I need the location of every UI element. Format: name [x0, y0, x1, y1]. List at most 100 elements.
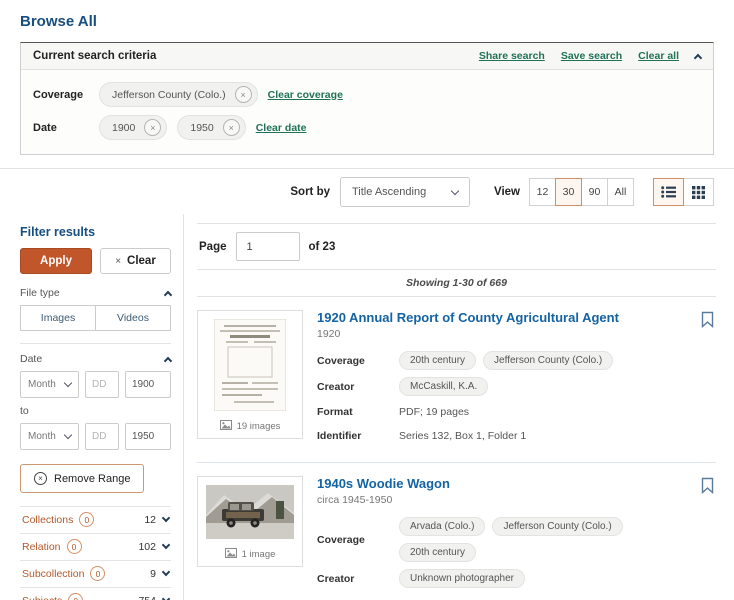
view-count-buttons: 12 30 90 All: [529, 178, 634, 206]
clear-criterion-link[interactable]: Clear date: [256, 122, 307, 134]
field-pills: McCaskill, K.A.: [399, 377, 489, 396]
expand-facet-icon[interactable]: [161, 594, 171, 600]
clear-criterion-link[interactable]: Clear coverage: [268, 89, 343, 101]
to-day-input[interactable]: [85, 423, 119, 450]
to-year-input[interactable]: [125, 423, 171, 450]
view-option-30[interactable]: 30: [555, 178, 582, 206]
field-label: Coverage: [317, 354, 365, 367]
facet-collections[interactable]: Collections 0 12: [20, 507, 171, 534]
remove-pill-icon[interactable]: ×: [234, 86, 252, 103]
from-year-input[interactable]: [125, 371, 171, 398]
bookmark-button[interactable]: [701, 477, 714, 495]
criteria-row: Date 1900 × 1950 × Clear date: [33, 111, 701, 144]
result-field-row: Creator McCaskill, K.A.: [317, 377, 688, 396]
remove-pill-icon[interactable]: ×: [144, 119, 162, 136]
view-option-all[interactable]: All: [607, 178, 634, 206]
apply-filters-button[interactable]: Apply: [20, 248, 92, 274]
remove-pill-icon[interactable]: ×: [222, 119, 240, 136]
sidebar-divider: [20, 343, 171, 344]
file-type-videos-button[interactable]: Videos: [95, 305, 171, 331]
facet-count: 102: [138, 540, 156, 553]
facet-selected-badge: 0: [68, 593, 84, 600]
facet-count-group: 12: [144, 513, 171, 526]
field-pills: Unknown photographer: [399, 569, 525, 588]
facet-selected-badge: 0: [79, 512, 95, 527]
results-toolbar: Sort by Title Ascending View 12 30 90 All: [0, 169, 734, 214]
facet-count-group: 102: [138, 540, 171, 553]
facet-count: 12: [144, 513, 156, 526]
file-type-buttons: Images Videos: [20, 305, 171, 331]
expand-facet-icon[interactable]: [161, 567, 171, 577]
to-month-select[interactable]: Month: [20, 423, 79, 450]
result-thumbnail[interactable]: 1 image: [197, 476, 303, 567]
field-pills: 20th century Jefferson County (Colo.): [399, 351, 614, 370]
collapse-date-icon[interactable]: [163, 356, 173, 365]
metadata-pill[interactable]: 20th century: [399, 351, 477, 370]
bookmark-button[interactable]: [701, 311, 714, 329]
page-title: Browse All: [20, 13, 97, 30]
filter-sidebar: Filter results Apply × Clear File type I…: [20, 214, 184, 600]
result-title-link[interactable]: 1940s Woodie Wagon: [317, 476, 450, 491]
grid-view-button[interactable]: [683, 178, 714, 206]
facet-relation[interactable]: Relation 0 102: [20, 534, 171, 561]
file-type-images-button[interactable]: Images: [20, 305, 96, 331]
facet-name: Collections: [22, 513, 74, 526]
criteria-title: Current search criteria: [33, 50, 157, 62]
field-label: Creator: [317, 380, 355, 393]
clear-all-link[interactable]: Clear all: [638, 50, 679, 62]
metadata-pill[interactable]: Jefferson County (Colo.): [492, 517, 623, 536]
image-count-icon: [219, 420, 232, 433]
result-field-row: Identifier Series 132, Box 1, Folder 1: [317, 427, 688, 444]
from-month-select[interactable]: Month: [20, 371, 79, 398]
save-search-link[interactable]: Save search: [561, 50, 622, 62]
sort-select[interactable]: Title Ascending: [340, 177, 470, 207]
current-search-criteria-panel: Current search criteria Share search Sav…: [20, 42, 714, 155]
metadata-pill[interactable]: McCaskill, K.A.: [399, 377, 489, 396]
criteria-row-label: Coverage: [33, 88, 84, 101]
field-label: Coverage: [317, 533, 365, 546]
metadata-pill[interactable]: 20th century: [399, 543, 477, 562]
expand-facet-icon[interactable]: [161, 540, 171, 550]
view-label: View: [494, 186, 520, 198]
field-value: Series 132, Box 1, Folder 1: [399, 429, 527, 442]
field-label: Creator: [317, 572, 355, 585]
result-thumbnail[interactable]: 19 images: [197, 310, 303, 439]
filter-results-heading: Filter results: [20, 225, 96, 239]
field-value: PDF; 19 pages: [399, 405, 470, 418]
collapse-file-type-icon[interactable]: [163, 290, 173, 299]
list-view-button[interactable]: [653, 178, 684, 206]
metadata-pill[interactable]: Unknown photographer: [399, 569, 525, 588]
facet-count: 754: [138, 595, 156, 600]
clear-button-label: Clear: [127, 255, 156, 267]
metadata-pill[interactable]: Jefferson County (Colo.): [483, 351, 614, 370]
page-label: Page: [199, 240, 227, 253]
expand-facet-icon[interactable]: [161, 513, 171, 523]
facet-selected-badge: 0: [66, 539, 82, 554]
metadata-pill[interactable]: Arvada (Colo.): [399, 517, 486, 536]
sort-by-label: Sort by: [290, 186, 330, 198]
facet-name: Subjects: [22, 595, 62, 600]
chevron-down-icon: [63, 378, 73, 388]
facet-selected-badge: 0: [90, 566, 106, 581]
image-count-icon: [224, 548, 237, 561]
remove-range-button[interactable]: × Remove Range: [20, 464, 145, 493]
clear-filters-button[interactable]: × Clear: [100, 248, 171, 274]
result-title-link[interactable]: 1920 Annual Report of County Agricultura…: [317, 310, 619, 325]
list-view-icon: [661, 186, 676, 198]
collapse-criteria-icon[interactable]: [693, 53, 703, 62]
facet-subjects[interactable]: Subjects 0 754: [20, 588, 171, 600]
result-item: 19 images 1920 Annual Report of County Ag…: [197, 297, 716, 463]
view-option-90[interactable]: 90: [581, 178, 608, 206]
share-search-link[interactable]: Share search: [479, 50, 545, 62]
grid-view-icon: [692, 185, 705, 199]
facet-subcollection[interactable]: Subcollection 0 9: [20, 561, 171, 588]
from-month-value: Month: [28, 379, 56, 390]
bw-photo-car-image: [206, 485, 294, 542]
from-day-input[interactable]: [85, 371, 119, 398]
page-number-input[interactable]: [235, 232, 300, 261]
criteria-row: Coverage Jefferson County (Colo.) × Clear c…: [33, 78, 701, 111]
view-option-12[interactable]: 12: [529, 178, 556, 206]
criteria-pill-text: Jefferson County (Colo.): [112, 88, 226, 101]
facet-name: Subcollection: [22, 567, 85, 580]
result-field-row: FormatJPG: [317, 595, 688, 600]
